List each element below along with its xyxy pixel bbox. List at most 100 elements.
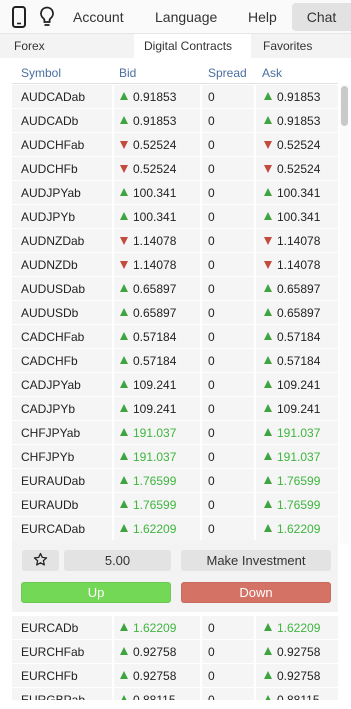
table-row[interactable]: CADCHFb 0.57184 0 0.57184 <box>12 349 338 373</box>
table-row[interactable]: EURCADb 1.62209 0 1.62209 <box>12 616 338 640</box>
col-spread-header[interactable]: Spread <box>208 66 247 80</box>
spread-cell[interactable]: 0 <box>202 397 254 420</box>
bid-cell[interactable]: 0.91853 <box>114 109 200 132</box>
symbol-cell[interactable]: AUDCHFb <box>12 157 112 180</box>
down-button[interactable]: Down <box>181 582 331 603</box>
table-row[interactable]: AUDCADab 0.91853 0 0.91853 <box>12 85 338 109</box>
bid-cell[interactable]: 1.62209 <box>114 616 200 639</box>
bid-cell[interactable]: 1.62209 <box>114 517 200 540</box>
symbol-cell[interactable]: EURCADb <box>12 616 112 639</box>
spread-cell[interactable]: 0 <box>202 421 254 444</box>
symbol-cell[interactable]: AUDNZDab <box>12 229 112 252</box>
bid-cell[interactable]: 1.14078 <box>114 229 200 252</box>
spread-cell[interactable]: 0 <box>202 85 254 108</box>
ask-cell[interactable]: 100.341 <box>256 205 338 228</box>
bid-cell[interactable]: 100.341 <box>114 205 200 228</box>
table-row[interactable]: CHFJPYb 191.037 0 191.037 <box>12 445 338 469</box>
bid-cell[interactable]: 0.92758 <box>114 640 200 663</box>
table-row[interactable]: AUDUSDb 0.65897 0 0.65897 <box>12 301 338 325</box>
ask-cell[interactable]: 191.037 <box>256 445 338 468</box>
bid-cell[interactable]: 0.65897 <box>114 277 200 300</box>
symbol-cell[interactable]: AUDJPYab <box>12 181 112 204</box>
menu-chat[interactable]: Chat <box>292 3 351 31</box>
spread-cell[interactable]: 0 <box>202 469 254 492</box>
symbol-cell[interactable]: EURAUDab <box>12 469 112 492</box>
table-row[interactable]: CHFJPYab 191.037 0 191.037 <box>12 421 338 445</box>
spread-cell[interactable]: 0 <box>202 688 254 700</box>
symbol-cell[interactable]: EURCHFab <box>12 640 112 663</box>
symbol-cell[interactable]: AUDCADab <box>12 85 112 108</box>
bid-cell[interactable]: 1.76599 <box>114 493 200 516</box>
table-row[interactable]: AUDJPYb 100.341 0 100.341 <box>12 205 338 229</box>
menu-account[interactable]: Account <box>73 0 124 34</box>
table-row[interactable]: AUDUSDab 0.65897 0 0.65897 <box>12 277 338 301</box>
ask-cell[interactable]: 0.57184 <box>256 325 338 348</box>
bid-cell[interactable]: 0.88115 <box>114 688 200 700</box>
ask-cell[interactable]: 0.52524 <box>256 133 338 156</box>
bid-cell[interactable]: 109.241 <box>114 397 200 420</box>
spread-cell[interactable]: 0 <box>202 181 254 204</box>
ask-cell[interactable]: 109.241 <box>256 373 338 396</box>
spread-cell[interactable]: 0 <box>202 373 254 396</box>
ask-cell[interactable]: 0.91853 <box>256 85 338 108</box>
spread-cell[interactable]: 0 <box>202 517 254 540</box>
spread-cell[interactable]: 0 <box>202 325 254 348</box>
symbol-cell[interactable]: AUDCHFab <box>12 133 112 156</box>
ask-cell[interactable]: 109.241 <box>256 397 338 420</box>
ask-cell[interactable]: 0.57184 <box>256 349 338 372</box>
table-row[interactable]: AUDCADb 0.91853 0 0.91853 <box>12 109 338 133</box>
spread-cell[interactable]: 0 <box>202 133 254 156</box>
symbol-cell[interactable]: CADCHFb <box>12 349 112 372</box>
bid-cell[interactable]: 1.14078 <box>114 253 200 276</box>
ask-cell[interactable]: 0.88115 <box>256 688 338 700</box>
ask-cell[interactable]: 1.62209 <box>256 616 338 639</box>
spread-cell[interactable]: 0 <box>202 664 254 687</box>
ask-cell[interactable]: 1.76599 <box>256 469 338 492</box>
ask-cell[interactable]: 0.92758 <box>256 640 338 663</box>
bid-cell[interactable]: 1.76599 <box>114 469 200 492</box>
bid-cell[interactable]: 109.241 <box>114 373 200 396</box>
lightbulb-icon[interactable] <box>35 5 59 29</box>
menu-help[interactable]: Help <box>248 0 277 34</box>
bid-cell[interactable]: 0.91853 <box>114 85 200 108</box>
menu-language[interactable]: Language <box>155 0 217 34</box>
symbol-cell[interactable]: AUDCADb <box>12 109 112 132</box>
make-investment-button[interactable]: Make Investment <box>181 550 331 571</box>
bid-cell[interactable]: 0.57184 <box>114 349 200 372</box>
favorite-button[interactable] <box>22 550 59 571</box>
symbol-cell[interactable]: AUDNZDb <box>12 253 112 276</box>
spread-cell[interactable]: 0 <box>202 349 254 372</box>
bid-cell[interactable]: 191.037 <box>114 445 200 468</box>
table-row[interactable]: EURCADab 1.62209 0 1.62209 <box>12 517 338 541</box>
symbol-cell[interactable]: CHFJPYb <box>12 445 112 468</box>
ask-cell[interactable]: 1.14078 <box>256 229 338 252</box>
ask-cell[interactable]: 1.62209 <box>256 517 338 540</box>
table-row[interactable]: AUDJPYab 100.341 0 100.341 <box>12 181 338 205</box>
spread-cell[interactable]: 0 <box>202 157 254 180</box>
ask-cell[interactable]: 1.14078 <box>256 253 338 276</box>
bid-cell[interactable]: 0.52524 <box>114 133 200 156</box>
table-row[interactable]: CADCHFab 0.57184 0 0.57184 <box>12 325 338 349</box>
spread-cell[interactable]: 0 <box>202 445 254 468</box>
bid-cell[interactable]: 0.57184 <box>114 325 200 348</box>
amount-input[interactable]: 5.00 <box>64 550 171 571</box>
table-row[interactable]: AUDCHFb 0.52524 0 0.52524 <box>12 157 338 181</box>
symbol-cell[interactable]: CHFJPYab <box>12 421 112 444</box>
table-row[interactable]: EURCHFab 0.92758 0 0.92758 <box>12 640 338 664</box>
symbol-cell[interactable]: CADCHFab <box>12 325 112 348</box>
spread-cell[interactable]: 0 <box>202 277 254 300</box>
col-ask-header[interactable]: Ask <box>262 66 282 80</box>
bid-cell[interactable]: 191.037 <box>114 421 200 444</box>
bid-cell[interactable]: 0.52524 <box>114 157 200 180</box>
spread-cell[interactable]: 0 <box>202 301 254 324</box>
col-symbol-header[interactable]: Symbol <box>21 66 61 80</box>
symbol-cell[interactable]: AUDUSDb <box>12 301 112 324</box>
phone-icon[interactable] <box>7 5 31 29</box>
symbol-cell[interactable]: EURAUDb <box>12 493 112 516</box>
spread-cell[interactable]: 0 <box>202 493 254 516</box>
ask-cell[interactable]: 191.037 <box>256 421 338 444</box>
scrollbar-thumb[interactable] <box>341 86 348 126</box>
bid-cell[interactable]: 0.92758 <box>114 664 200 687</box>
tab-forex[interactable]: Forex <box>14 34 45 58</box>
symbol-cell[interactable]: AUDJPYb <box>12 205 112 228</box>
